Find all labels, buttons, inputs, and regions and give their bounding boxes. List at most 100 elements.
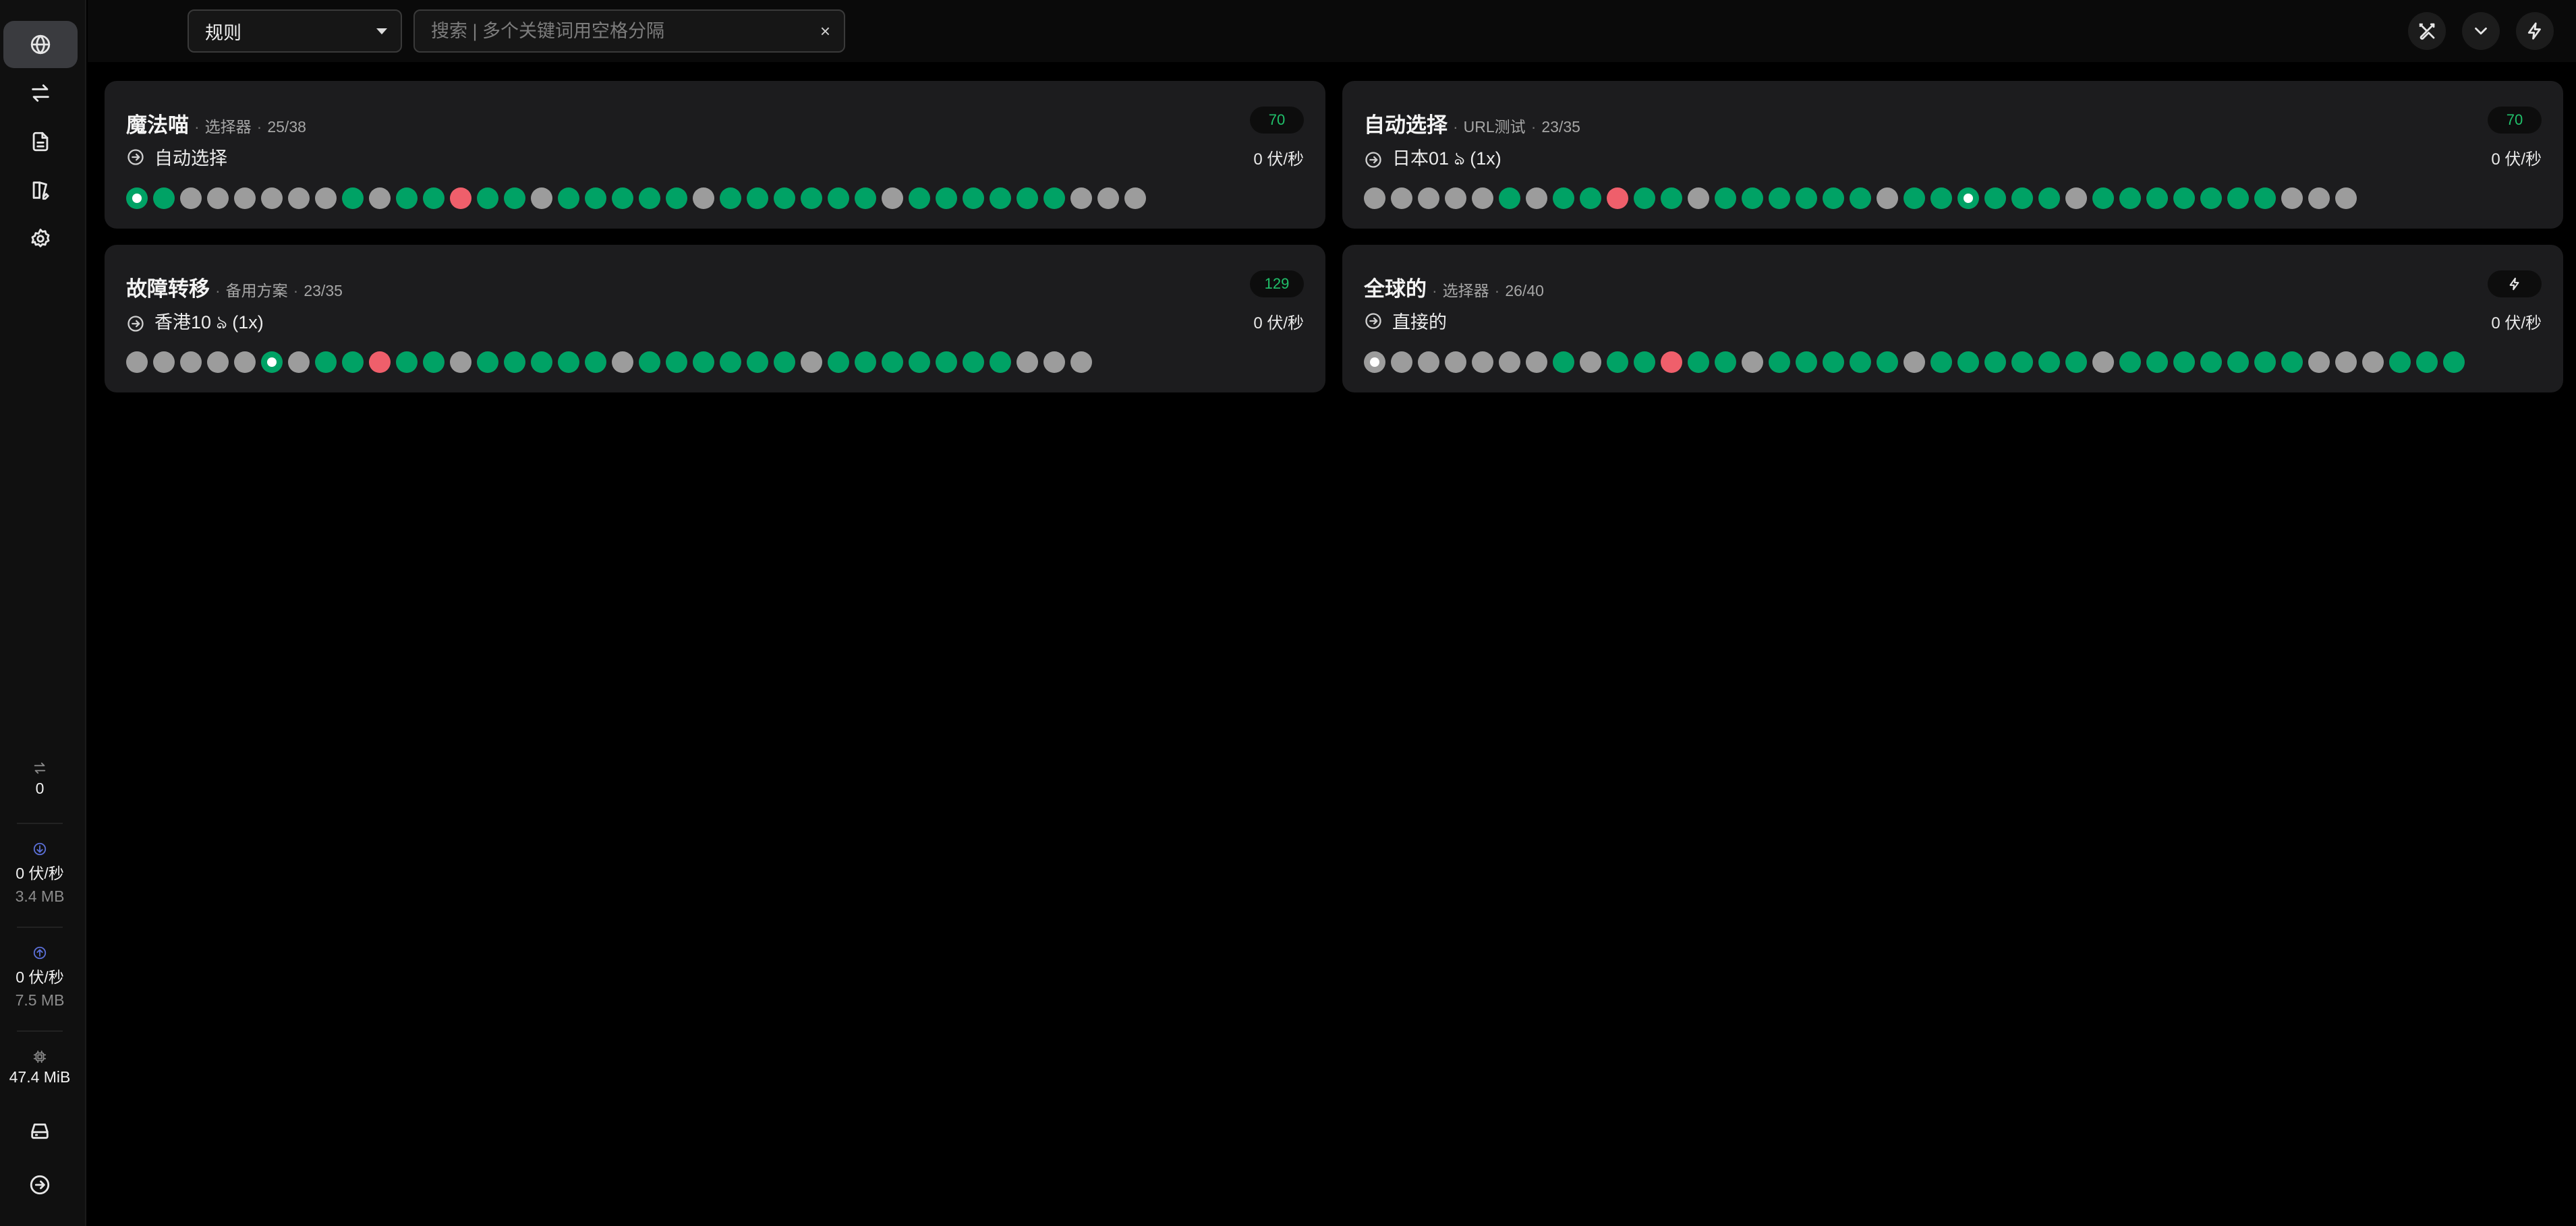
proxy-dot[interactable]	[1850, 351, 1871, 373]
proxy-dot[interactable]	[477, 187, 498, 209]
proxy-dot[interactable]	[531, 351, 552, 373]
proxy-dot[interactable]	[1688, 351, 1709, 373]
proxy-dot[interactable]	[531, 187, 552, 209]
proxy-dot[interactable]	[1607, 351, 1628, 373]
tools-button[interactable]	[2408, 12, 2446, 50]
proxy-dot[interactable]	[2146, 351, 2168, 373]
proxy-dot[interactable]	[1688, 187, 1709, 209]
proxy-dot[interactable]	[1499, 187, 1520, 209]
proxy-dot[interactable]	[1634, 351, 1655, 373]
proxy-dot[interactable]	[828, 187, 849, 209]
proxy-dot[interactable]	[2227, 187, 2249, 209]
proxy-dot[interactable]	[1607, 187, 1628, 209]
proxy-dot[interactable]	[1823, 187, 1844, 209]
proxy-dot[interactable]	[2335, 351, 2357, 373]
proxy-dot[interactable]	[936, 187, 957, 209]
proxy-dot[interactable]	[315, 187, 337, 209]
proxy-dot[interactable]	[990, 187, 1011, 209]
proxy-dot[interactable]	[180, 351, 202, 373]
proxy-dot[interactable]	[207, 351, 229, 373]
proxy-dot[interactable]	[2416, 351, 2438, 373]
proxy-dot[interactable]	[1580, 187, 1601, 209]
proxy-dot-selected[interactable]	[126, 187, 148, 209]
proxy-dot-selected[interactable]	[1957, 187, 1979, 209]
proxy-dot[interactable]	[1796, 351, 1817, 373]
proxy-dot[interactable]	[963, 351, 984, 373]
proxy-dot[interactable]	[2200, 187, 2222, 209]
test-latency-badge[interactable]	[2488, 270, 2542, 297]
proxy-dot[interactable]	[2173, 351, 2195, 373]
proxy-dot[interactable]	[882, 351, 903, 373]
proxy-dot[interactable]	[1124, 187, 1146, 209]
proxy-dot[interactable]	[2065, 187, 2087, 209]
proxy-dot[interactable]	[234, 187, 256, 209]
proxy-dot[interactable]	[342, 351, 364, 373]
proxy-dot[interactable]	[1553, 351, 1574, 373]
mode-select[interactable]: 规则	[188, 9, 402, 53]
proxy-dot[interactable]	[1445, 351, 1466, 373]
proxy-dot[interactable]	[639, 351, 660, 373]
proxy-dot[interactable]	[693, 351, 714, 373]
proxy-dot[interactable]	[1418, 351, 1439, 373]
proxy-dot[interactable]	[1823, 351, 1844, 373]
proxy-dot[interactable]	[1715, 187, 1736, 209]
proxy-dot[interactable]	[1984, 351, 2006, 373]
proxy-dot[interactable]	[747, 187, 768, 209]
proxy-dot[interactable]	[153, 351, 175, 373]
proxy-dot[interactable]	[288, 351, 310, 373]
proxy-dot[interactable]	[2173, 187, 2195, 209]
proxy-dot[interactable]	[2281, 187, 2303, 209]
proxy-dot[interactable]	[1877, 187, 1898, 209]
proxy-dot[interactable]	[774, 351, 795, 373]
proxy-dot[interactable]	[1957, 351, 1979, 373]
proxy-dot[interactable]	[882, 187, 903, 209]
proxy-dot[interactable]	[1850, 187, 1871, 209]
proxy-dot[interactable]	[2254, 187, 2276, 209]
proxy-dot[interactable]	[504, 187, 525, 209]
proxy-dot[interactable]	[774, 187, 795, 209]
proxy-dot[interactable]	[2011, 351, 2033, 373]
proxy-dot[interactable]	[558, 351, 579, 373]
proxy-dot[interactable]	[612, 187, 633, 209]
search-input[interactable]	[431, 20, 820, 42]
proxy-dot[interactable]	[585, 187, 606, 209]
proxy-dot[interactable]	[720, 187, 741, 209]
proxy-dot[interactable]	[504, 351, 525, 373]
proxy-dot[interactable]	[1742, 187, 1763, 209]
proxy-dot[interactable]	[261, 187, 283, 209]
proxy-dot[interactable]	[2254, 351, 2276, 373]
proxy-dot[interactable]	[1796, 187, 1817, 209]
proxy-dot[interactable]	[2443, 351, 2465, 373]
clear-icon[interactable]: ×	[820, 21, 830, 42]
proxy-dot[interactable]	[1580, 351, 1601, 373]
proxy-dot[interactable]	[234, 351, 256, 373]
proxy-dot[interactable]	[1930, 187, 1952, 209]
proxy-dot[interactable]	[1904, 187, 1925, 209]
proxy-dot[interactable]	[1043, 351, 1065, 373]
proxy-dot[interactable]	[963, 187, 984, 209]
proxy-dot[interactable]	[1877, 351, 1898, 373]
proxy-dot[interactable]	[2038, 187, 2060, 209]
proxy-dot[interactable]	[1984, 187, 2006, 209]
proxy-dot[interactable]	[180, 187, 202, 209]
proxy-dot[interactable]	[315, 351, 337, 373]
proxy-dot[interactable]	[1364, 187, 1385, 209]
proxy-dot[interactable]	[1930, 351, 1952, 373]
proxy-dot[interactable]	[828, 351, 849, 373]
proxy-dot[interactable]	[801, 187, 822, 209]
proxy-dot[interactable]	[909, 351, 930, 373]
proxy-dot[interactable]	[1472, 187, 1493, 209]
proxy-dot[interactable]	[1391, 351, 1412, 373]
proxy-dot[interactable]	[2335, 187, 2357, 209]
proxy-dot[interactable]	[2308, 351, 2330, 373]
proxy-dot[interactable]	[1661, 187, 1682, 209]
proxy-dot[interactable]	[477, 351, 498, 373]
latency-badge[interactable]: 70	[1250, 107, 1304, 134]
proxy-dot[interactable]	[558, 187, 579, 209]
proxy-dot[interactable]	[909, 187, 930, 209]
proxy-dot[interactable]	[1472, 351, 1493, 373]
latency-badge[interactable]: 129	[1250, 270, 1304, 297]
proxy-dot[interactable]	[1904, 351, 1925, 373]
proxy-dot[interactable]	[396, 351, 418, 373]
proxy-dot[interactable]	[2200, 351, 2222, 373]
